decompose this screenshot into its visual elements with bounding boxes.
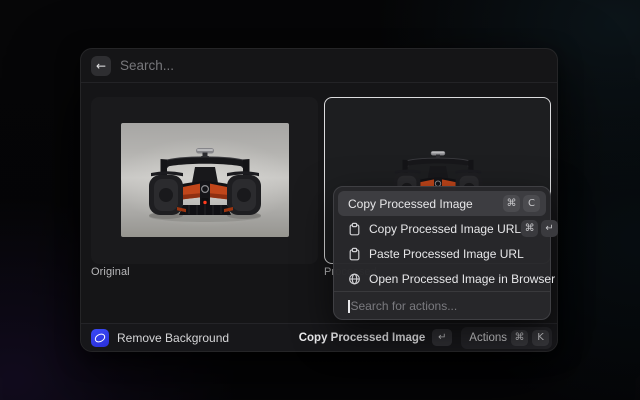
globe-icon <box>348 272 361 286</box>
return-key-badge: ↵ <box>541 220 558 237</box>
app-name: Remove Background <box>117 331 229 345</box>
back-button[interactable]: ← <box>91 56 111 76</box>
c-key-badge: C <box>523 195 540 212</box>
clipboard-icon <box>348 247 361 261</box>
menu-item-label: Paste Processed Image URL <box>369 247 524 261</box>
original-image <box>121 123 289 237</box>
text-cursor <box>348 300 350 313</box>
menu-item-copy-processed-image[interactable]: Copy Processed Image ⌘ C <box>338 191 546 216</box>
arrow-left-icon: ← <box>96 60 106 72</box>
command-key-badge: ⌘ <box>511 330 528 346</box>
menu-item-paste-processed-image-url[interactable]: Paste Processed Image URL <box>338 241 546 266</box>
action-menu: Copy Processed Image ⌘ C Copy Processed … <box>333 186 551 320</box>
actions-search-row <box>334 291 550 320</box>
command-key-badge: ⌘ <box>521 220 538 237</box>
original-label: Original <box>91 266 130 278</box>
menu-item-copy-processed-image-url[interactable]: Copy Processed Image URL ⌘ ↵ <box>338 216 546 241</box>
menu-item-open-processed-image-in-browser[interactable]: Open Processed Image in Browser <box>338 266 546 291</box>
actions-search-input[interactable] <box>351 299 521 313</box>
actions-label: Actions <box>469 332 507 344</box>
clipboard-icon <box>348 222 361 236</box>
menu-item-label: Open Processed Image in Browser <box>369 272 555 286</box>
primary-action-button[interactable]: Copy Processed Image ↵ <box>299 329 453 346</box>
primary-action-label: Copy Processed Image <box>299 332 426 344</box>
search-header: ← <box>81 49 557 83</box>
f1-car-original <box>121 123 289 237</box>
remove-background-extension-icon <box>91 329 109 347</box>
menu-item-label: Copy Processed Image URL <box>369 222 521 236</box>
menu-item-label: Copy Processed Image <box>348 197 473 211</box>
actions-button[interactable]: Actions ⌘ K <box>461 327 552 349</box>
status-bar: Remove Background Copy Processed Image ↵… <box>81 323 557 351</box>
command-key-badge: ⌘ <box>503 195 520 212</box>
return-key-badge: ↵ <box>432 329 452 346</box>
original-image-card[interactable] <box>91 97 318 264</box>
search-input[interactable] <box>120 58 420 73</box>
k-key-badge: K <box>532 330 549 346</box>
